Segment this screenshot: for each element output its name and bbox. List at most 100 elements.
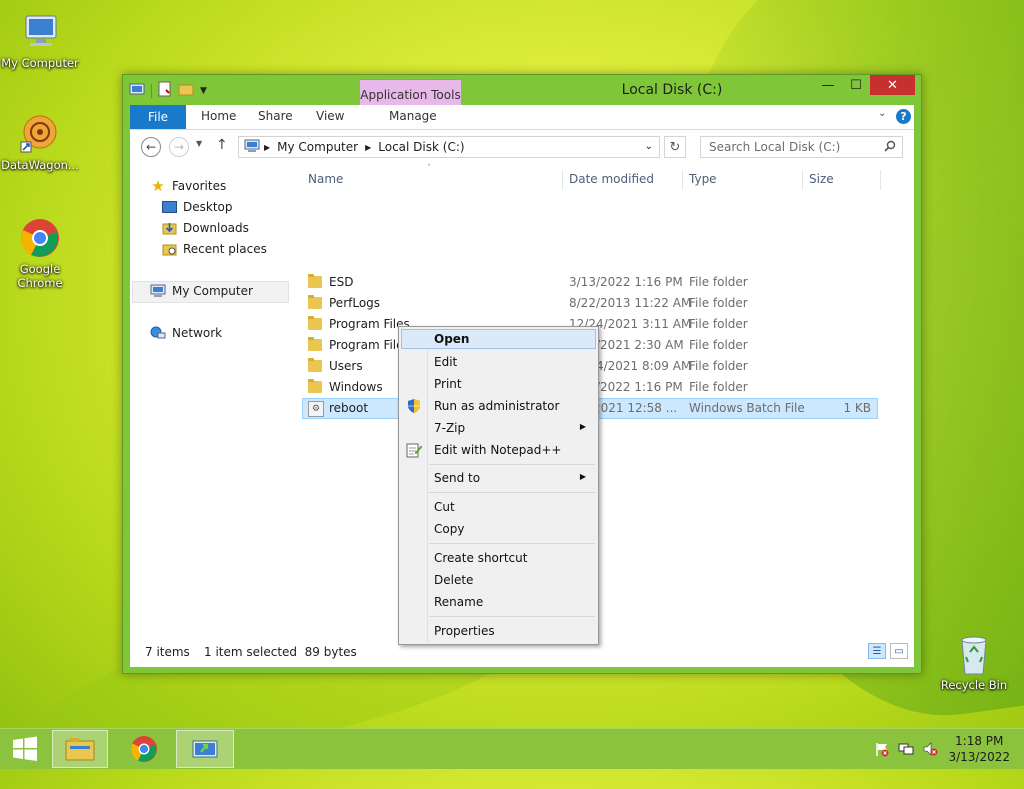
- selection-info: 1 item selected 89 bytes: [204, 645, 357, 659]
- help-icon[interactable]: ?: [896, 109, 911, 124]
- file-size: 1 KB: [843, 401, 871, 415]
- tab-home[interactable]: Home: [201, 109, 236, 123]
- column-header-size[interactable]: Size: [809, 172, 834, 186]
- tab-share[interactable]: Share: [258, 109, 293, 123]
- taskbar-clock[interactable]: 1:18 PM 3/13/2022: [948, 733, 1010, 765]
- menu-item-print[interactable]: Print: [401, 374, 596, 394]
- star-icon: ★: [151, 177, 165, 195]
- recent-places-icon: [161, 241, 177, 257]
- desktop-icon-my-computer[interactable]: My Computer: [0, 10, 80, 70]
- datawagon-icon: [18, 112, 62, 156]
- navigation-pane: ★ Favorites Desktop Downloads Recent pla…: [130, 166, 290, 636]
- downloads-icon: [161, 220, 177, 236]
- file-date: 3/13/2022 1:16 PM: [569, 275, 683, 289]
- close-button[interactable]: ✕: [870, 75, 915, 95]
- computer-icon: [244, 139, 260, 156]
- nav-label: My Computer: [172, 284, 253, 298]
- address-dropdown-icon[interactable]: ⌄: [645, 141, 653, 152]
- address-row: ← → ▼ ↑ ▶ My Computer ▶ Local Disk (C:) …: [130, 130, 914, 166]
- table-row[interactable]: PerfLogs 8/22/2013 11:22 AM File folder: [302, 293, 878, 314]
- taskbar-file-explorer[interactable]: [52, 730, 108, 768]
- nav-my-computer[interactable]: My Computer: [150, 281, 253, 301]
- nav-recent-places[interactable]: Recent places: [161, 239, 267, 259]
- windows-logo-icon: [13, 736, 37, 761]
- menu-item-properties[interactable]: Properties: [401, 621, 596, 641]
- expand-ribbon-icon[interactable]: ⌄: [878, 108, 886, 119]
- ribbon-tabs: File Home Share View Manage ⌄ ?: [130, 105, 914, 130]
- up-button[interactable]: ↑: [216, 137, 228, 153]
- folder-icon: [308, 295, 322, 309]
- title-bar[interactable]: ▼ Application Tools Local Disk (C:) — ☐ …: [123, 75, 921, 130]
- system-tray: [874, 741, 938, 760]
- desktop-icon-datawagon[interactable]: DataWagon...: [0, 112, 80, 172]
- volume-muted-icon[interactable]: [922, 741, 938, 760]
- file-name: reboot: [329, 401, 369, 415]
- menu-item-edit-with-notepadpp[interactable]: Edit with Notepad++: [401, 440, 596, 460]
- forward-button[interactable]: →: [169, 137, 189, 157]
- menu-item-delete[interactable]: Delete: [401, 570, 596, 590]
- file-type: File folder: [689, 338, 748, 352]
- column-separator[interactable]: [880, 170, 881, 190]
- details-view-button[interactable]: ☰: [868, 643, 886, 659]
- nav-favorites[interactable]: ★ Favorites: [150, 176, 226, 196]
- start-button[interactable]: [6, 730, 44, 768]
- taskbar-remote-app[interactable]: [176, 730, 234, 768]
- file-type: File folder: [689, 317, 748, 331]
- address-bar[interactable]: ▶ My Computer ▶ Local Disk (C:) ⌄: [238, 136, 660, 158]
- folder-icon: [308, 358, 322, 372]
- menu-item-cut[interactable]: Cut: [401, 497, 596, 517]
- desktop-icon-label: Google Chrome: [17, 262, 63, 290]
- desktop-icon-google-chrome[interactable]: Google Chrome: [0, 216, 80, 290]
- nav-label: Desktop: [183, 200, 233, 214]
- back-button[interactable]: ←: [141, 137, 161, 157]
- tab-manage[interactable]: Manage: [389, 109, 437, 123]
- computer-icon: [18, 10, 62, 54]
- maximize-button[interactable]: ☐: [842, 75, 870, 95]
- window-title: Local Disk (C:): [621, 82, 723, 98]
- submenu-arrow-icon: ▶: [579, 422, 586, 431]
- chrome-icon: [131, 736, 157, 762]
- menu-item-send-to[interactable]: Send to ▶: [401, 468, 596, 488]
- table-row[interactable]: ESD 3/13/2022 1:16 PM File folder: [302, 272, 878, 293]
- network-status-icon[interactable]: [898, 741, 914, 760]
- chrome-icon: [18, 216, 62, 260]
- tab-file[interactable]: File: [130, 105, 186, 129]
- column-header-type[interactable]: Type: [689, 172, 717, 186]
- menu-item-7zip[interactable]: 7-Zip ▶: [401, 418, 596, 438]
- breadcrumb-my-computer[interactable]: My Computer: [277, 140, 358, 154]
- column-separator[interactable]: [682, 170, 683, 190]
- recent-locations-icon[interactable]: ▼: [196, 139, 202, 148]
- breadcrumb-local-disk[interactable]: Local Disk (C:): [378, 140, 464, 154]
- menu-item-edit[interactable]: Edit: [401, 352, 596, 372]
- action-center-flag-icon[interactable]: [874, 741, 890, 760]
- recycle-bin-icon: [952, 632, 996, 676]
- nav-downloads[interactable]: Downloads: [161, 218, 249, 238]
- column-header-date-modified[interactable]: Date modified: [569, 172, 654, 186]
- search-input[interactable]: Search Local Disk (C:): [700, 136, 903, 158]
- nav-desktop[interactable]: Desktop: [161, 197, 233, 217]
- file-date: 8/22/2013 11:22 AM: [569, 296, 692, 310]
- folder-icon: [308, 379, 322, 393]
- menu-item-copy[interactable]: Copy: [401, 519, 596, 539]
- desktop-icon: [161, 199, 177, 215]
- desktop-icon-recycle-bin[interactable]: Recycle Bin: [934, 632, 1014, 692]
- menu-item-open[interactable]: Open: [401, 329, 596, 349]
- search-icon: [884, 140, 896, 155]
- file-type: File folder: [689, 296, 748, 310]
- minimize-button[interactable]: —: [814, 75, 842, 95]
- refresh-button[interactable]: ↻: [664, 136, 686, 158]
- network-icon: [150, 325, 166, 341]
- large-icons-view-button[interactable]: ▭: [890, 643, 908, 659]
- menu-item-rename[interactable]: Rename: [401, 592, 596, 612]
- column-separator[interactable]: [562, 170, 563, 190]
- tab-view[interactable]: View: [316, 109, 344, 123]
- nav-network[interactable]: Network: [150, 323, 222, 343]
- search-placeholder: Search Local Disk (C:): [709, 140, 841, 154]
- menu-separator: [429, 543, 595, 544]
- column-header-name[interactable]: Name: [308, 172, 343, 186]
- nav-label: Favorites: [172, 179, 227, 193]
- taskbar-chrome[interactable]: [116, 730, 172, 768]
- menu-item-create-shortcut[interactable]: Create shortcut: [401, 548, 596, 568]
- column-separator[interactable]: [802, 170, 803, 190]
- menu-item-run-as-administrator[interactable]: Run as administrator: [401, 396, 596, 416]
